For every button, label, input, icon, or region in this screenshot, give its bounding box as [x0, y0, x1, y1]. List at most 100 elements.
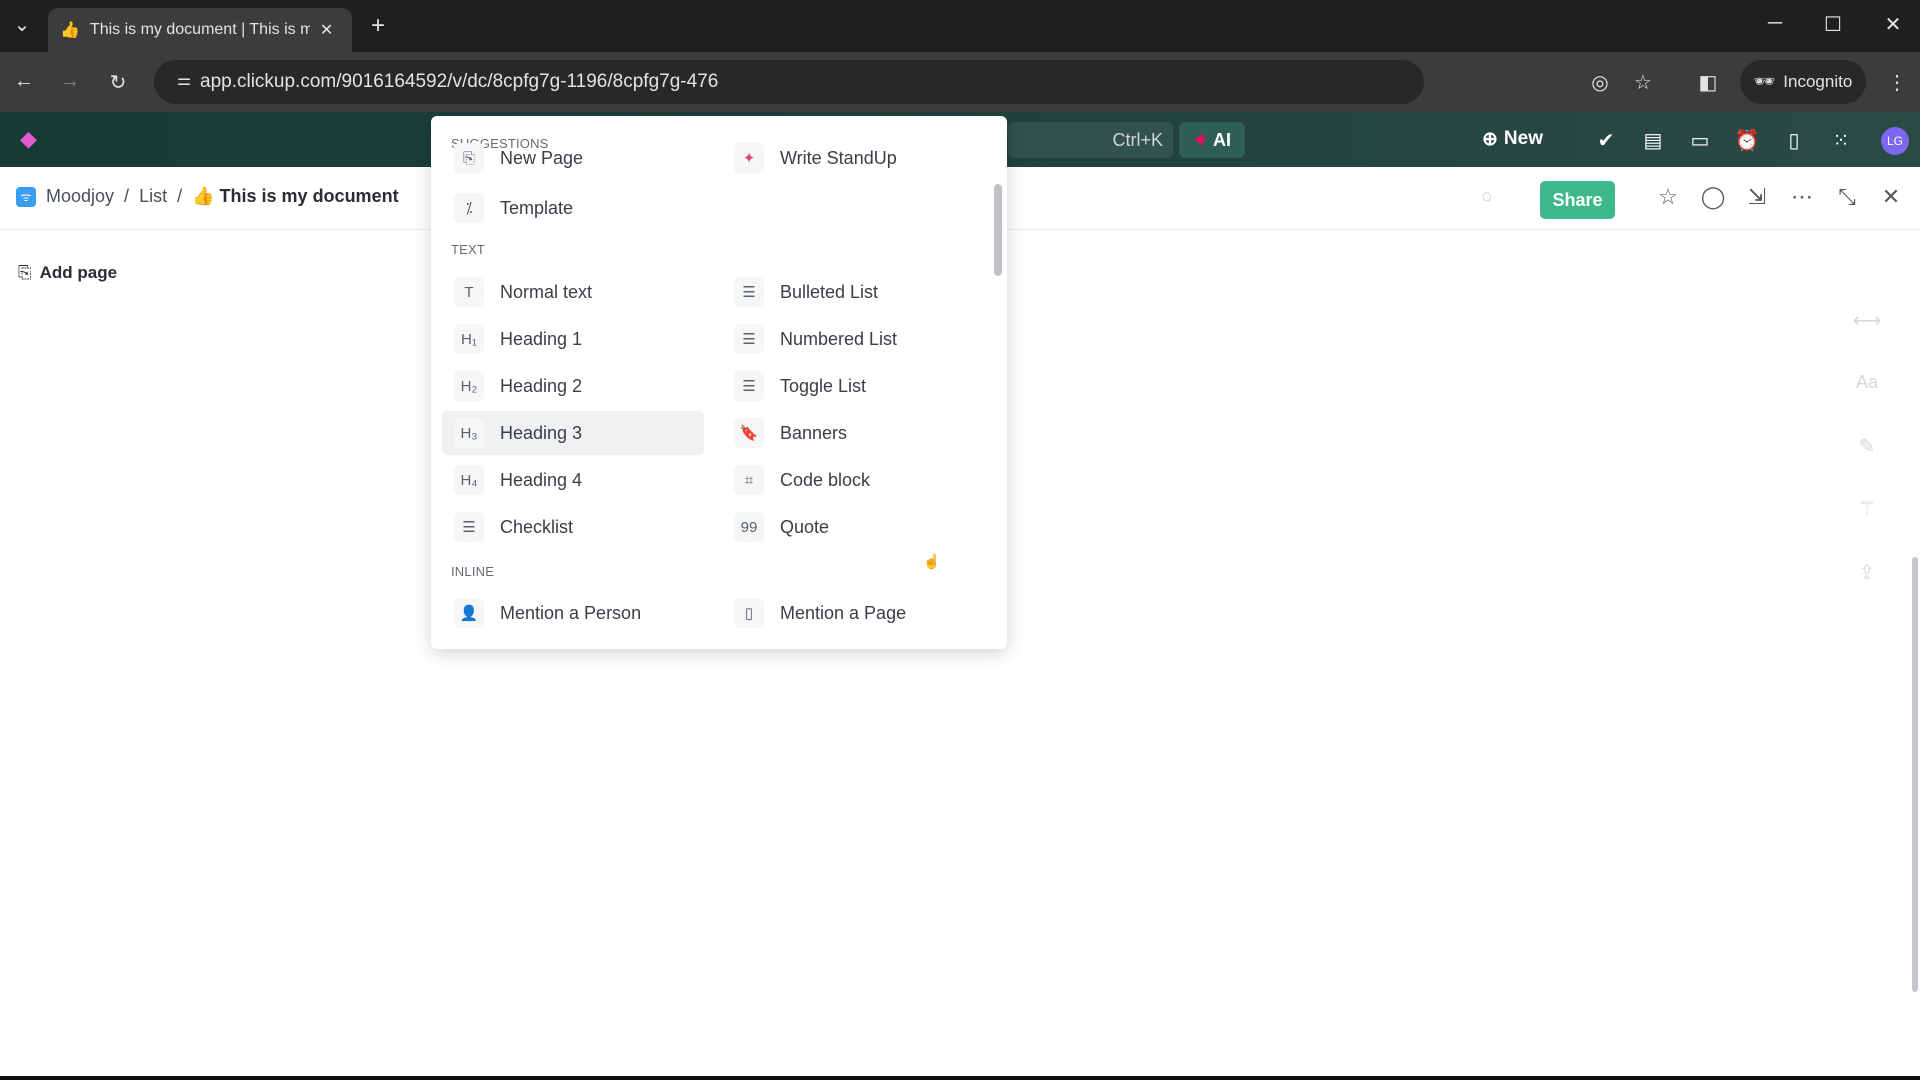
thumbs-up-icon: 👍 [60, 22, 80, 39]
check-circle-icon[interactable]: ✔ [1586, 128, 1626, 153]
item-label: Normal text [500, 281, 593, 302]
space-icon: ᯤ [16, 186, 36, 207]
magic-wand-icon[interactable]: ⚚ [1852, 496, 1882, 521]
menu-item-quote[interactable]: 99 Quote [724, 505, 984, 549]
menu-item-write-standup[interactable]: ✦ Write StandUp [724, 138, 984, 178]
add-page-button[interactable]: ⎘ Add page [18, 263, 117, 283]
menu-scrollbar[interactable] [994, 184, 1002, 276]
menu-item-bulleted-list[interactable]: ☰ Bulleted List [724, 270, 984, 314]
incognito-badge[interactable]: 🕶 Incognito [1740, 60, 1866, 104]
menu-item-heading-3[interactable]: H₃ Heading 3 [442, 411, 704, 455]
page-icon: ▯ [734, 598, 764, 628]
forward-icon[interactable]: → [50, 70, 90, 93]
separator: / [177, 186, 183, 206]
menu-item-heading-2[interactable]: H₂ Heading 2 [442, 364, 704, 408]
eye-off-icon[interactable]: ◎ [1580, 70, 1620, 95]
menu-item-heading-1[interactable]: H₁ Heading 1 [442, 317, 704, 361]
new-label: New [1503, 128, 1543, 149]
bookmark-star-icon[interactable]: ☆ [1623, 70, 1663, 95]
toggle-list-icon: ☰ [734, 371, 764, 401]
font-size-icon[interactable]: Aa [1852, 372, 1882, 393]
item-label: Checklist [500, 516, 574, 537]
page-scrollbar[interactable] [1912, 557, 1918, 992]
menu-item-banners[interactable]: 🔖 Banners [724, 411, 984, 455]
back-icon[interactable]: ← [4, 70, 44, 93]
maximize-icon[interactable]: ☐ [1813, 12, 1853, 37]
menu-item-numbered-list[interactable]: ☰ Numbered List [724, 317, 984, 361]
clickup-logo-icon[interactable]: ◆ [20, 126, 37, 152]
section-inline: INLINE [451, 564, 495, 579]
alarm-icon[interactable]: ⏰ [1727, 128, 1767, 153]
item-label: New Page [500, 147, 584, 168]
heading-3-icon: H₃ [454, 418, 484, 448]
menu-item-mention-person[interactable]: 👤 Mention a Person [444, 591, 704, 635]
thumbs-up-icon: 👍 [192, 186, 215, 206]
video-icon[interactable]: ▭ [1680, 128, 1720, 153]
ai-button[interactable]: ✦ AI [1179, 122, 1245, 158]
menu-item-template[interactable]: ⁒ Template [444, 186, 704, 230]
new-button[interactable]: ⊕ New [1482, 128, 1543, 151]
text-icon: T [454, 277, 484, 307]
menu-item-heading-4[interactable]: H₄ Heading 4 [442, 458, 704, 502]
notepad-icon[interactable]: ▤ [1633, 128, 1673, 153]
menu-item-normal-text[interactable]: T Normal text [442, 270, 704, 314]
close-doc-icon[interactable]: ✕ [1876, 184, 1906, 210]
close-window-icon[interactable]: ✕ [1873, 12, 1913, 37]
menu-item-checklist[interactable]: ☰ Checklist [442, 505, 704, 549]
person-icon: 👤 [454, 598, 484, 628]
new-page-icon: ⎘ [454, 143, 484, 173]
menu-item-toggle-list[interactable]: ☰ Toggle List [724, 364, 984, 408]
sparkle-icon: ✦ [734, 143, 764, 173]
item-label: Bulleted List [780, 281, 879, 302]
profile-label: Incognito [1783, 72, 1853, 91]
search-bar[interactable]: Ctrl+K [1008, 122, 1173, 158]
slash-command-menu: SUGGESTIONS ⎘ New Page ✦ Write StandUp ⁒ Te… [431, 116, 1007, 649]
page-width-icon[interactable]: ⟷ [1852, 308, 1882, 333]
menu-item-mention-page[interactable]: ▯ Mention a Page [724, 591, 984, 635]
incognito-icon: 🕶 [1753, 72, 1776, 91]
site-settings-icon[interactable]: ⚌ [164, 70, 204, 90]
minimize-icon[interactable]: ─ [1755, 12, 1795, 35]
comment-icon[interactable]: ◯ [1698, 184, 1728, 210]
heading-4-icon: H₄ [454, 465, 484, 495]
search-shortcut: Ctrl+K [1112, 129, 1163, 150]
new-tab-icon[interactable]: + [358, 12, 398, 40]
breadcrumb-space[interactable]: Moodjoy [46, 186, 114, 207]
export-icon[interactable]: ⇪ [1852, 560, 1882, 585]
numbered-list-icon: ☰ [734, 324, 764, 354]
edit-icon[interactable]: ✎ [1852, 434, 1882, 459]
heading-2-icon: H₂ [454, 371, 484, 401]
browser-tab[interactable]: 👍 This is my document | This is my docum… [48, 8, 352, 52]
item-label: Quote [780, 516, 830, 537]
sparkle-icon: ✦ [1192, 129, 1209, 150]
url-text: app.clickup.com/9016164592/v/dc/8cpfg7g-… [200, 71, 719, 92]
more-icon[interactable]: ⋯ [1787, 184, 1817, 210]
ai-label: AI [1213, 129, 1232, 150]
separator: / [124, 186, 130, 206]
add-page-icon: ⎘ [18, 263, 32, 282]
tab-search-icon[interactable]: ⌄ [2, 12, 42, 37]
reload-icon[interactable]: ↻ [98, 70, 138, 95]
url-input[interactable]: app.clickup.com/9016164592/v/dc/8cpfg7g-… [154, 60, 1424, 104]
close-tab-icon[interactable]: ✕ [320, 20, 333, 40]
collapse-icon[interactable]: ⤡ [1832, 184, 1862, 210]
browser-menu-icon[interactable]: ⋮ [1877, 70, 1917, 95]
breadcrumb-list[interactable]: List [139, 186, 167, 207]
quote-icon: 99 [734, 512, 764, 542]
download-icon[interactable]: ⇲ [1742, 184, 1772, 210]
avatar[interactable]: LG [1881, 127, 1909, 155]
code-icon: ⌗ [734, 465, 764, 495]
breadcrumb-doc[interactable]: This is my document [220, 186, 399, 206]
share-button[interactable]: Share [1540, 181, 1615, 219]
checklist-icon: ☰ [454, 512, 484, 542]
apps-grid-icon[interactable]: ⁙ [1821, 128, 1861, 153]
bulleted-list-icon: ☰ [734, 277, 764, 307]
tag-icon[interactable]: ◌ [1472, 186, 1502, 207]
menu-item-new-page[interactable]: ⎘ New Page [444, 138, 704, 178]
item-label: Heading 4 [500, 469, 583, 490]
favorite-star-icon[interactable]: ☆ [1653, 184, 1683, 210]
item-label: Write StandUp [780, 147, 897, 168]
document-icon[interactable]: ▯ [1774, 128, 1814, 153]
side-panel-icon[interactable]: ◧ [1688, 70, 1728, 95]
menu-item-code-block[interactable]: ⌗ Code block [724, 458, 984, 502]
